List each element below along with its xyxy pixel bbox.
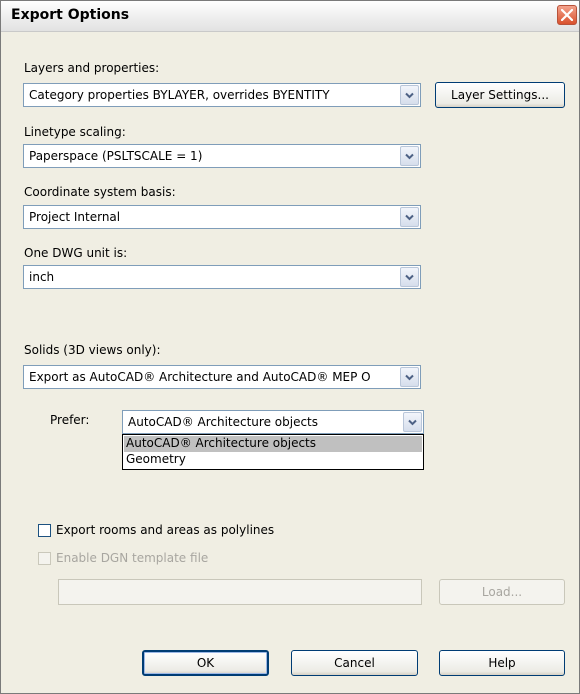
layers-properties-value: Category properties BYLAYER, overrides B… [29, 88, 330, 102]
layers-dropdown-button[interactable] [400, 85, 419, 105]
linetype-dropdown-button[interactable] [400, 146, 419, 166]
layer-settings-button[interactable]: Layer Settings... [435, 82, 565, 108]
dwg-unit-select[interactable]: inch [23, 265, 421, 289]
solids-dropdown-button[interactable] [400, 367, 419, 387]
dropdown-option[interactable]: Geometry [124, 452, 422, 468]
prefer-dropdown-list: AutoCAD® Architecture objects Geometry [122, 434, 424, 470]
dwg-unit-label: One DWG unit is: [24, 246, 128, 260]
dialog-title: Export Options [11, 7, 130, 23]
prefer-label: Prefer: [50, 413, 90, 427]
linetype-scaling-select[interactable]: Paperspace (PSLTSCALE = 1) [23, 144, 421, 168]
prefer-value: AutoCAD® Architecture objects [128, 415, 319, 429]
export-rooms-label: Export rooms and areas as polylines [56, 523, 275, 537]
export-options-dialog: Export Options Layers and properties: Ca… [0, 0, 580, 694]
dgn-template-label: Enable DGN template file [56, 551, 209, 565]
dwg-unit-dropdown-button[interactable] [400, 267, 419, 287]
close-button[interactable] [557, 5, 577, 25]
coordinate-system-label: Coordinate system basis: [24, 185, 176, 199]
solids-value: Export as AutoCAD® Architecture and Auto… [29, 370, 371, 384]
linetype-scaling-label: Linetype scaling: [24, 125, 126, 139]
linetype-scaling-value: Paperspace (PSLTSCALE = 1) [29, 149, 203, 163]
title-bar[interactable]: Export Options [1, 1, 579, 32]
help-button[interactable]: Help [439, 650, 565, 676]
help-label: Help [488, 656, 516, 670]
chevron-down-icon [405, 214, 414, 221]
solids-label: Solids (3D views only): [24, 343, 161, 357]
layers-properties-label: Layers and properties: [24, 61, 160, 75]
coordinate-system-value: Project Internal [29, 210, 121, 224]
dgn-template-path-field[interactable] [58, 579, 422, 605]
coordinate-dropdown-button[interactable] [400, 207, 419, 227]
dgn-template-checkbox[interactable] [38, 552, 51, 565]
chevron-down-icon [405, 374, 414, 381]
cancel-label: Cancel [334, 656, 375, 670]
close-icon [561, 9, 573, 21]
chevron-down-icon [405, 92, 414, 99]
chevron-down-icon [405, 274, 414, 281]
layer-settings-label: Layer Settings... [451, 88, 549, 102]
chevron-down-icon [408, 419, 417, 426]
coordinate-system-select[interactable]: Project Internal [23, 205, 421, 229]
layers-properties-select[interactable]: Category properties BYLAYER, overrides B… [23, 83, 421, 107]
load-button[interactable]: Load... [439, 579, 565, 605]
ok-button[interactable]: OK [142, 650, 269, 676]
prefer-select[interactable]: AutoCAD® Architecture objects [122, 410, 424, 434]
load-label: Load... [481, 585, 523, 599]
chevron-down-icon [405, 153, 414, 160]
dwg-unit-value: inch [29, 270, 55, 284]
solids-select[interactable]: Export as AutoCAD® Architecture and Auto… [23, 365, 421, 389]
ok-label: OK [196, 656, 215, 670]
cancel-button[interactable]: Cancel [291, 650, 418, 676]
prefer-dropdown-button[interactable] [403, 412, 422, 432]
export-rooms-checkbox[interactable] [38, 524, 51, 537]
dropdown-option[interactable]: AutoCAD® Architecture objects [124, 436, 422, 452]
